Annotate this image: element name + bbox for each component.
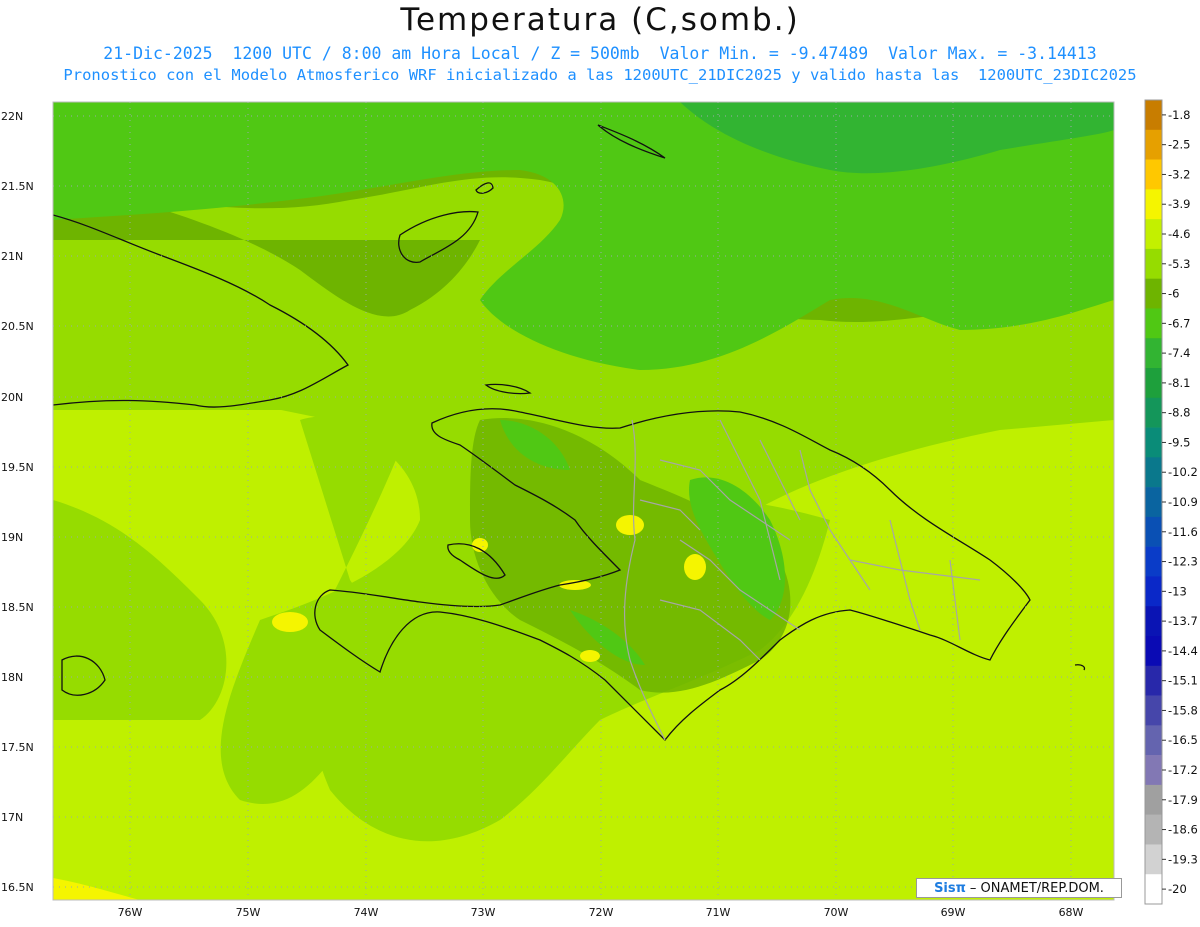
colorbar-swatch [1145,546,1162,577]
colorbar-label: -10.2 [1168,465,1198,479]
colorbar-swatch [1145,368,1162,399]
credit-text: – ONAMET/REP.DOM. [969,880,1104,896]
colorbar-swatch [1145,665,1162,696]
colorbar-label: -13 [1168,584,1187,598]
lon-tick-label: 75W [236,906,261,919]
colorbar-label: -19.3 [1168,852,1198,866]
lat-tick-label: 17N [1,811,23,824]
colorbar-label: -17.9 [1168,793,1198,807]
lat-tick-label: 18.5N [1,601,34,614]
colorbar-label: -12.3 [1168,555,1198,569]
lon-tick-label: 70W [824,906,849,919]
colorbar-label: -8.1 [1168,376,1190,390]
lat-tick-label: 18N [1,671,23,684]
colorbar-swatch [1145,278,1162,309]
colorbar-label: -15.8 [1168,703,1198,717]
colorbar-label: -8.8 [1168,406,1190,420]
colorbar-label: -1.8 [1168,108,1190,122]
colorbar-label: -9.5 [1168,435,1190,449]
latitude-axis: 22N 21.5N 21N 20.5N 20N 19.5N 19N 18.5N … [1,110,34,894]
lon-tick-label: 71W [706,906,731,919]
colorbar-swatch [1145,755,1162,786]
colorbar-swatch [1145,129,1162,160]
colorbar-label: -15.1 [1168,674,1198,688]
colorbar-label: -6.7 [1168,316,1190,330]
colorbar-label: -16.5 [1168,733,1198,747]
colorbar-swatch [1145,725,1162,756]
colorbar-label: -5.3 [1168,257,1190,271]
colorbar-swatch [1145,814,1162,845]
colorbar-swatch [1145,636,1162,667]
colorbar-swatch [1145,308,1162,339]
colorbar-swatch [1145,457,1162,488]
colorbar-swatch [1145,784,1162,815]
colorbar-swatch [1145,844,1162,875]
colorbar-label: -20 [1168,882,1187,896]
lat-tick-label: 20N [1,391,23,404]
colorbar-label: -3.9 [1168,197,1190,211]
colorbar-label: -17.2 [1168,763,1198,777]
lat-tick-label: 17.5N [1,741,34,754]
lat-tick-label: 22N [1,110,23,123]
credit-box: Sisπ – ONAMET/REP.DOM. [916,878,1122,898]
lat-tick-label: 19.5N [1,461,34,474]
lon-tick-label: 68W [1059,906,1084,919]
lat-tick-label: 16.5N [1,881,34,894]
colorbar-swatch [1145,338,1162,369]
lat-tick-label: 19N [1,531,23,544]
lon-tick-label: 74W [354,906,379,919]
colorbar-label: -18.6 [1168,823,1198,837]
longitude-axis: 76W 75W 74W 73W 72W 71W 70W 69W 68W [118,906,1084,919]
lon-tick-label: 69W [941,906,966,919]
lon-tick-label: 72W [589,906,614,919]
colorbar-label: -6 [1168,287,1179,301]
colorbar-swatch [1145,874,1162,905]
colorbar-swatch [1145,427,1162,458]
colorbar-label: -10.9 [1168,495,1198,509]
colorbar-label: -13.7 [1168,614,1198,628]
temperature-field [53,102,1114,900]
colorbar-legend: -1.8 -2.5 -3.2 -3.9 -4.6 -5.3 -6 -6.7 -7.4 -8.1 -8… [1144,99,1198,905]
colorbar-swatch [1145,397,1162,428]
lat-tick-label: 20.5N [1,320,34,333]
colorbar-label: -11.6 [1168,525,1198,539]
lat-tick-label: 21N [1,250,23,263]
lat-tick-label: 21.5N [1,180,34,193]
forecast-map: 22N 21.5N 21N 20.5N 20N 19.5N 19N 18.5N … [1,99,1198,919]
colorbar-swatch [1145,100,1162,131]
colorbar-swatch [1145,487,1162,518]
colorbar-label: -3.2 [1168,167,1190,181]
colorbar-swatch [1145,219,1162,250]
colorbar-label: -2.5 [1168,138,1190,152]
colorbar-swatch [1145,159,1162,190]
colorbar-swatch [1145,576,1162,607]
colorbar-label: -7.4 [1168,346,1190,360]
colorbar-swatch [1145,248,1162,279]
lon-tick-label: 76W [118,906,143,919]
colorbar-swatch [1145,189,1162,220]
colorbar-swatch [1145,516,1162,547]
lon-tick-label: 73W [471,906,496,919]
colorbar-label: -4.6 [1168,227,1190,241]
colorbar-swatch [1145,606,1162,637]
colorbar-swatch [1145,695,1162,726]
sispi-logo: Sisπ [934,880,966,896]
colorbar-label: -14.4 [1168,644,1198,658]
